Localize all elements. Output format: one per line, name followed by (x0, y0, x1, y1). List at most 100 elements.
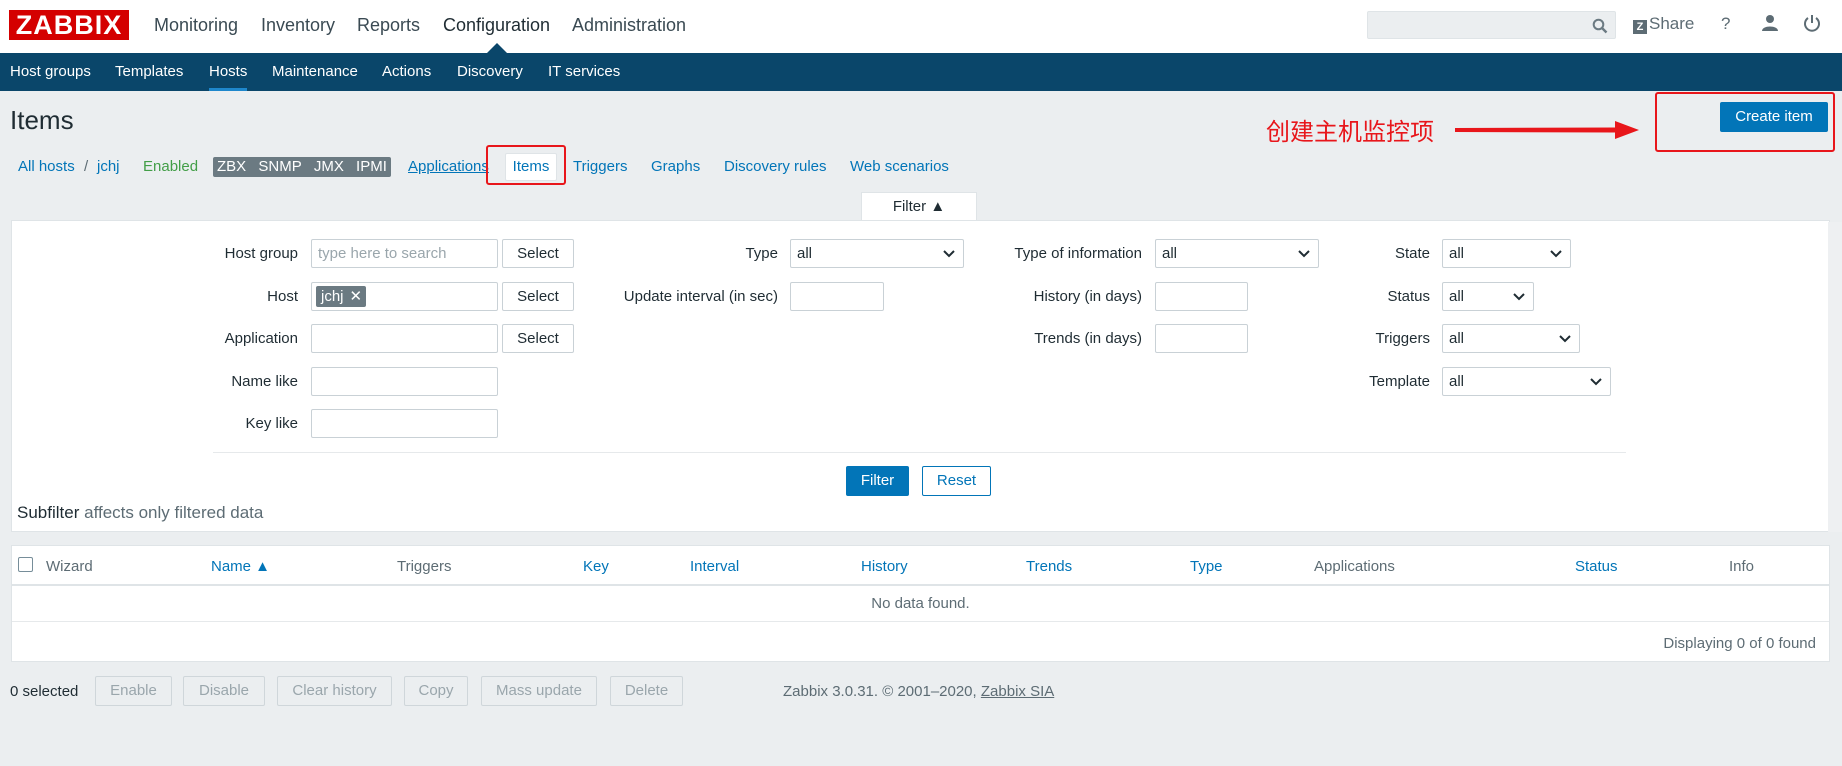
help-icon[interactable]: ? (1721, 12, 1730, 36)
column-status[interactable]: Status (1575, 558, 1618, 576)
history-input[interactable] (1155, 282, 1248, 311)
status-select-value: all (1449, 288, 1465, 305)
availability-badges: ZBX SNMP JMX IPMI (213, 157, 391, 177)
host-status-enabled[interactable]: Enabled (143, 158, 198, 176)
host-multiselect[interactable]: jchj ✕ (311, 282, 498, 311)
host-group-select-button[interactable]: Select (502, 239, 574, 268)
mass-update-button[interactable]: Mass update (481, 676, 597, 706)
breadcrumb-host[interactable]: jchj (97, 158, 120, 176)
badge-ipmi: IPMI (356, 158, 387, 175)
filter-scrollbar[interactable] (1828, 222, 1842, 532)
state-select[interactable]: all (1442, 239, 1571, 268)
column-trends[interactable]: Trends (1026, 558, 1072, 576)
filter-divider (213, 452, 1626, 453)
state-label: State (1394, 245, 1430, 262)
menu-inventory[interactable]: Inventory (261, 14, 335, 36)
tab-discovery-rules[interactable]: Discovery rules (724, 158, 827, 176)
application-select-button[interactable]: Select (502, 324, 574, 353)
name-like-input[interactable] (311, 367, 498, 396)
enable-button[interactable]: Enable (95, 676, 172, 706)
sign-out-icon[interactable] (1803, 14, 1821, 39)
submenu-templates[interactable]: Templates (115, 63, 183, 81)
tab-graphs[interactable]: Graphs (651, 158, 700, 176)
column-type[interactable]: Type (1190, 558, 1223, 576)
key-like-input[interactable] (311, 409, 498, 438)
delete-button[interactable]: Delete (610, 676, 683, 706)
column-history[interactable]: History (861, 558, 908, 576)
host-tag: jchj ✕ (316, 286, 367, 307)
selected-count: 0 selected (10, 683, 79, 700)
trends-label: Trends (in days) (1034, 330, 1142, 347)
tab-triggers[interactable]: Triggers (573, 158, 627, 176)
key-like-label: Key like (245, 415, 298, 432)
update-interval-label: Update interval (in sec) (623, 288, 778, 305)
submenu-hosts[interactable]: Hosts (209, 63, 248, 91)
select-all-checkbox[interactable] (18, 557, 33, 572)
copy-button[interactable]: Copy (404, 676, 468, 706)
chevron-down-icon (1550, 250, 1562, 258)
zabbix-logo[interactable]: ZABBIX (9, 10, 129, 40)
type-of-information-value: all (1162, 245, 1178, 262)
column-interval[interactable]: Interval (690, 558, 739, 576)
menu-reports[interactable]: Reports (357, 14, 420, 36)
chevron-down-icon (1513, 293, 1525, 301)
submenu-host-groups[interactable]: Host groups (10, 63, 91, 81)
menu-administration[interactable]: Administration (572, 14, 686, 36)
application-input[interactable] (311, 324, 498, 353)
submenu-discovery[interactable]: Discovery (457, 63, 523, 81)
template-select-value: all (1449, 373, 1465, 390)
state-select-value: all (1449, 245, 1465, 262)
items-table: Wizard Name ▲ Triggers Key Interval Hist… (11, 545, 1830, 662)
share-label: Share (1649, 14, 1695, 33)
status-label: Status (1387, 288, 1430, 305)
type-select[interactable]: all (790, 239, 964, 268)
update-interval-input[interactable] (790, 282, 884, 311)
subfilter-heading: Subfilter affects only filtered data (17, 503, 263, 523)
column-info: Info (1729, 558, 1755, 575)
reset-button[interactable]: Reset (922, 466, 991, 496)
tab-applications[interactable]: Applications (408, 158, 489, 176)
history-label: History (in days) (1033, 288, 1142, 305)
host-select-button[interactable]: Select (502, 282, 574, 311)
filter-toggle-tab[interactable]: Filter ▲ (861, 192, 977, 221)
trends-input[interactable] (1155, 324, 1248, 353)
type-label: Type (745, 245, 778, 262)
column-wizard: Wizard (46, 558, 93, 575)
paging-summary: Displaying 0 of 0 found (1663, 635, 1816, 652)
template-select[interactable]: all (1442, 367, 1611, 396)
table-header-divider (12, 584, 1829, 586)
badge-zbx: ZBX (217, 158, 247, 175)
host-tag-label: jchj (321, 288, 344, 305)
breadcrumb-all-hosts[interactable]: All hosts (18, 158, 75, 176)
clear-history-button[interactable]: Clear history (277, 676, 392, 706)
column-key[interactable]: Key (583, 558, 609, 576)
status-select[interactable]: all (1442, 282, 1534, 311)
submenu-maintenance[interactable]: Maintenance (272, 63, 358, 81)
column-name[interactable]: Name ▲ (211, 558, 270, 576)
chevron-down-icon (1559, 335, 1571, 343)
remove-tag-icon[interactable]: ✕ (350, 288, 363, 305)
submenu-it-services[interactable]: IT services (548, 63, 620, 81)
share-icon: Z (1633, 20, 1647, 34)
menu-monitoring[interactable]: Monitoring (154, 14, 238, 36)
submenu-actions[interactable]: Actions (382, 63, 431, 81)
host-group-input[interactable]: type here to search (311, 239, 498, 268)
chevron-down-icon (1590, 378, 1602, 386)
menu-configuration[interactable]: Configuration (443, 14, 550, 53)
column-applications: Applications (1314, 558, 1395, 575)
triggers-select[interactable]: all (1442, 324, 1580, 353)
name-like-label: Name like (231, 373, 298, 390)
user-profile-icon[interactable] (1761, 14, 1779, 39)
tab-web-scenarios[interactable]: Web scenarios (850, 158, 949, 176)
share-link[interactable]: Z Share (1633, 12, 1694, 36)
search-icon[interactable] (1592, 18, 1608, 34)
page-title: Items (10, 105, 74, 135)
host-label: Host (267, 288, 298, 305)
type-of-information-select[interactable]: all (1155, 239, 1319, 268)
disable-button[interactable]: Disable (183, 676, 265, 706)
filter-button[interactable]: Filter (846, 466, 909, 496)
no-data-message: No data found. (871, 595, 970, 612)
global-search-input[interactable] (1367, 11, 1616, 39)
annotation-arrow-icon (1455, 121, 1639, 139)
footer-link[interactable]: Zabbix SIA (981, 683, 1054, 700)
